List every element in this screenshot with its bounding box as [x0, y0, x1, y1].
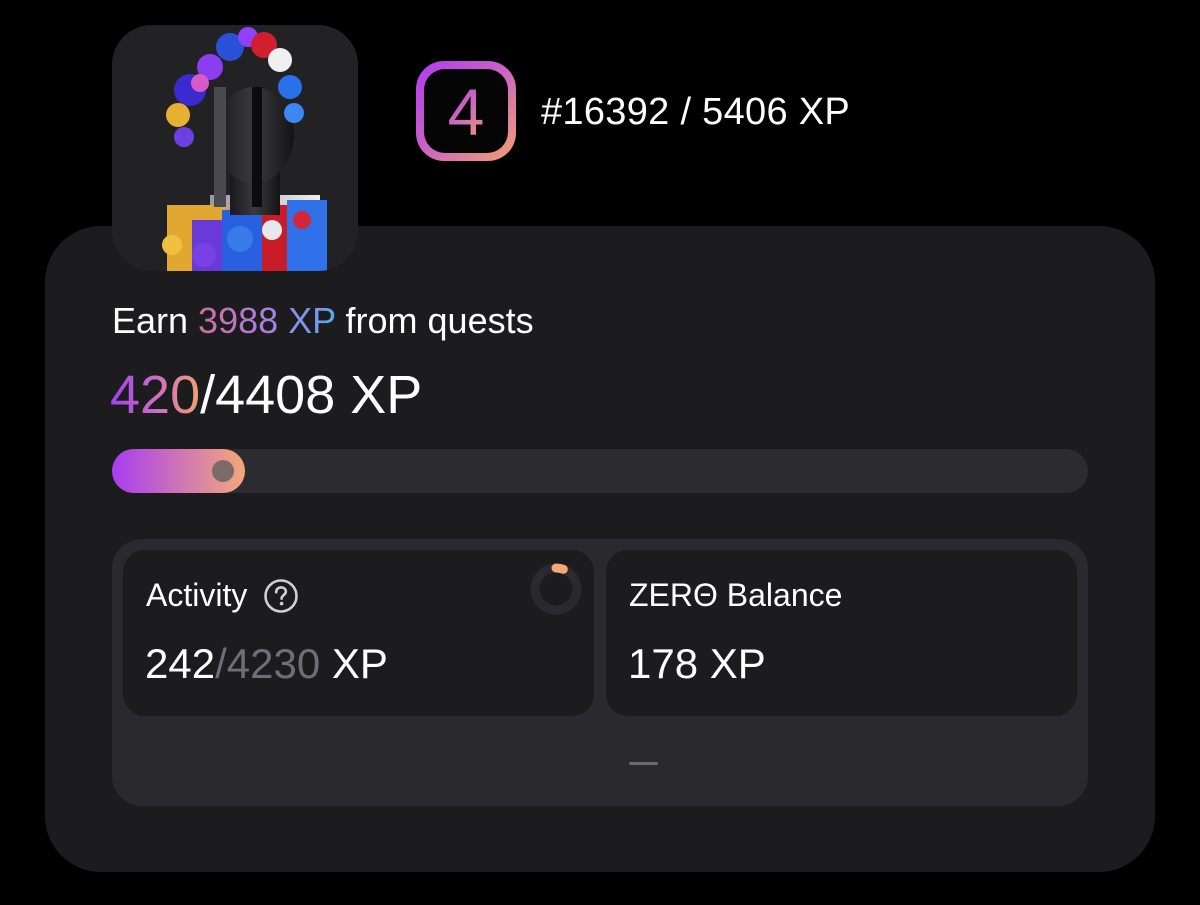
- level-progress-text: 420/4408 XP: [110, 364, 422, 426]
- earn-quests-text: Earn 3988 XP from quests: [112, 300, 534, 342]
- progress-knob: [212, 460, 234, 482]
- activity-value: 242/4230 XP: [145, 640, 388, 688]
- balance-label: ZERΘ Balance: [629, 577, 843, 613]
- activity-label: Activity: [146, 577, 299, 614]
- question-circle-icon[interactable]: [263, 578, 299, 614]
- progress-total: /4408 XP: [200, 365, 423, 425]
- activity-label-text: Activity: [146, 577, 248, 613]
- level-progress-fill: [112, 449, 245, 493]
- rank-xp-text: #16392 / 5406 XP: [541, 91, 851, 133]
- xp-profile-screen: 4 #16392 / 5406 XP Earn 3988 XP from que…: [0, 0, 1200, 905]
- level-badge[interactable]: 4: [416, 61, 516, 161]
- expand-handle[interactable]: [629, 762, 658, 765]
- earn-suffix: from quests: [335, 300, 534, 341]
- activity-card[interactable]: Activity 242/4230 XP: [123, 550, 594, 716]
- progress-current: 420: [110, 365, 201, 425]
- activity-unit: XP: [320, 640, 388, 687]
- level-number: 4: [447, 75, 485, 149]
- earn-prefix: Earn: [112, 300, 199, 341]
- activity-current: 242: [145, 640, 216, 687]
- earn-amount: 3988 XP: [198, 300, 336, 341]
- level-progress-bar: [112, 449, 1088, 493]
- balance-card[interactable]: ZERΘ Balance 178 XP: [606, 550, 1077, 716]
- avatar-art-icon: [112, 25, 358, 271]
- level-badge-inner: 4: [424, 69, 508, 153]
- activity-progress-ring-icon: [530, 563, 582, 615]
- avatar[interactable]: [112, 25, 358, 271]
- balance-value: 178 XP: [628, 640, 766, 687]
- activity-total: /4230: [215, 640, 321, 687]
